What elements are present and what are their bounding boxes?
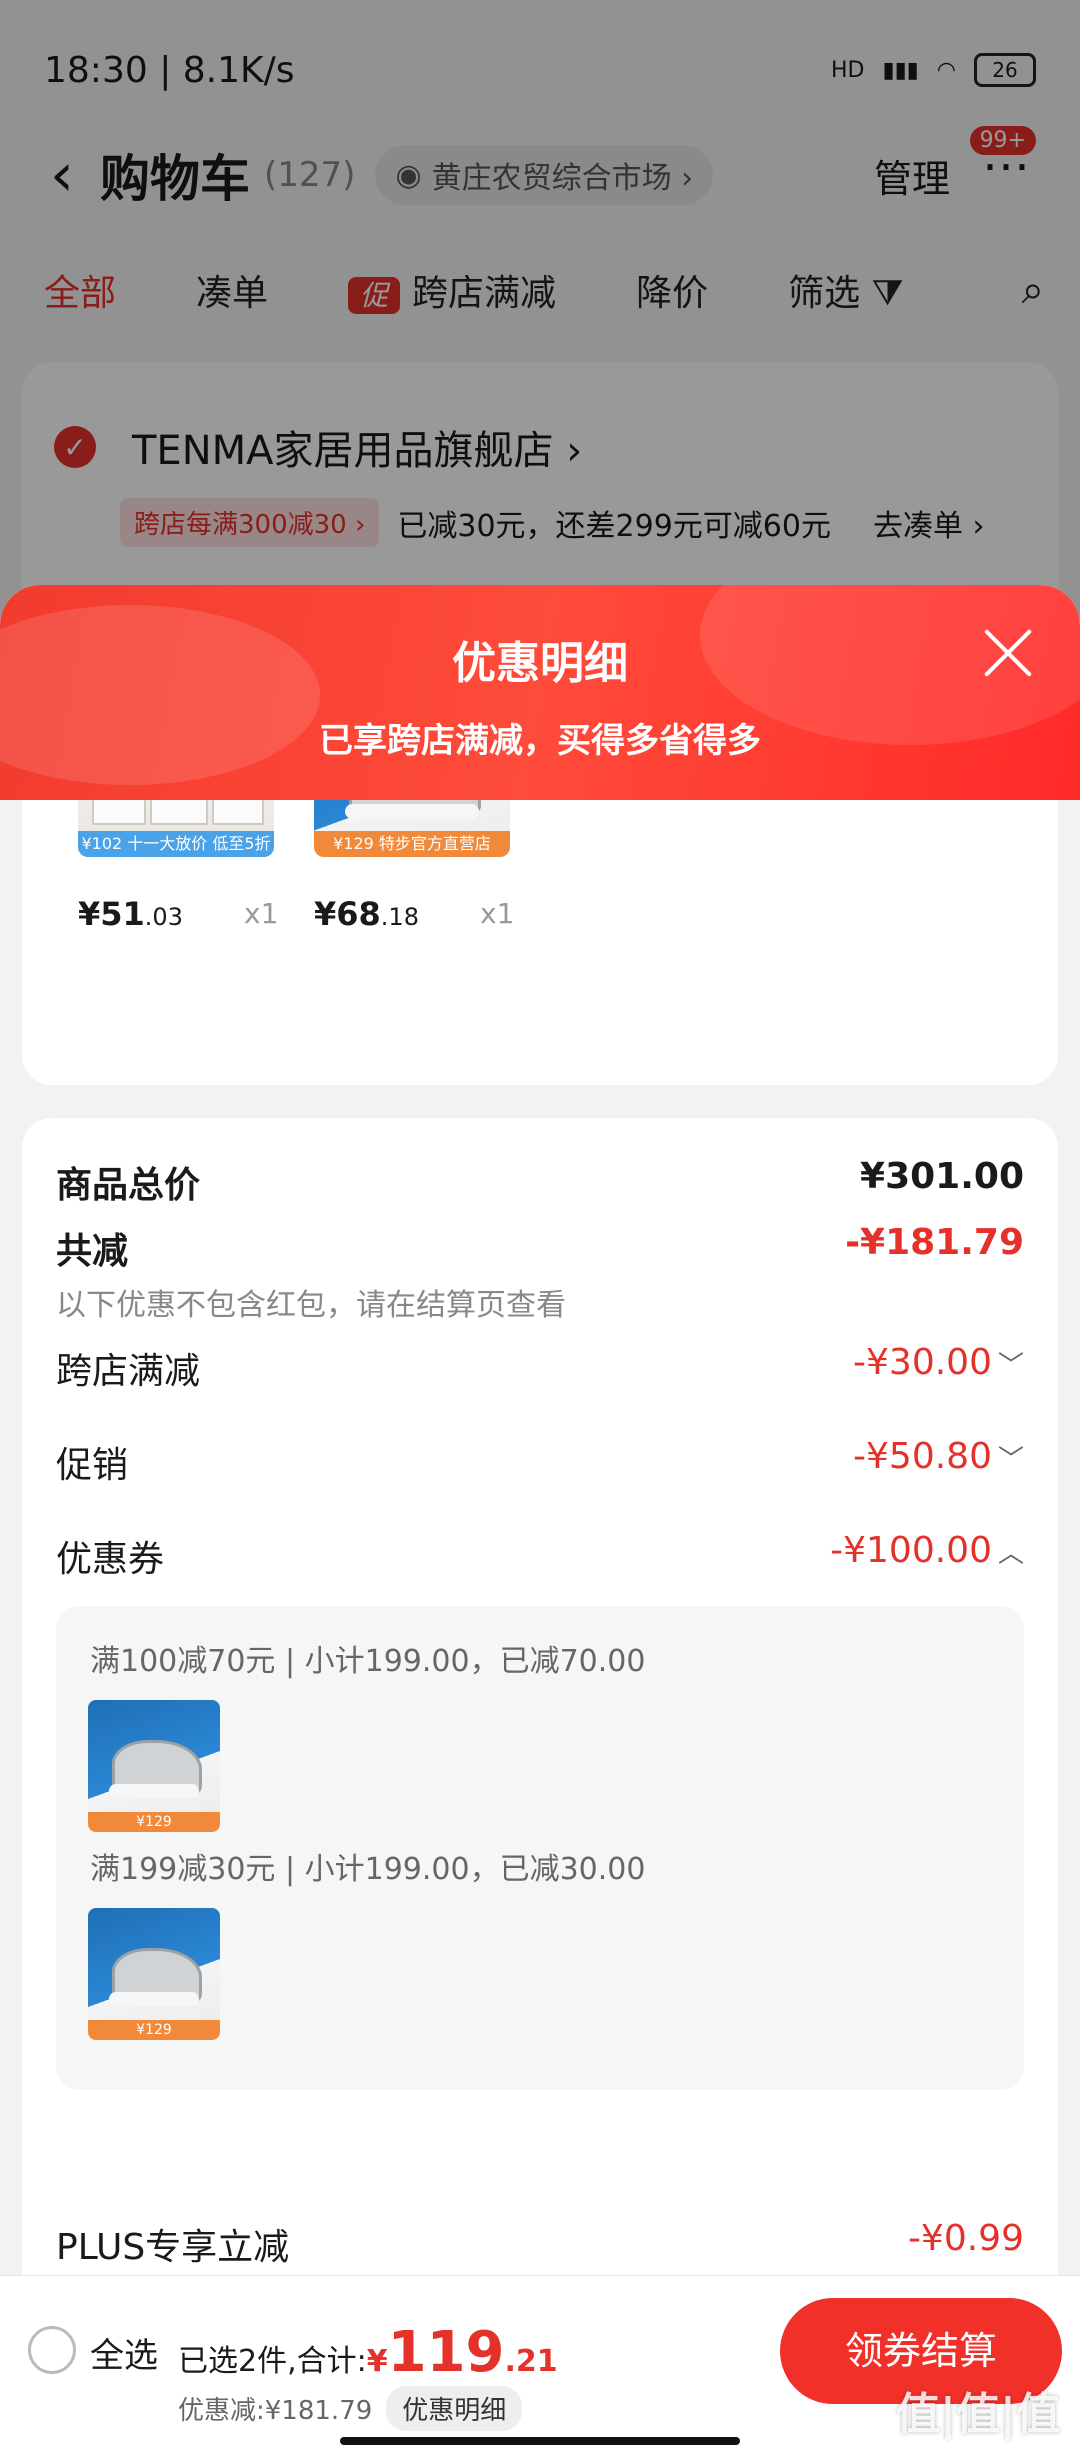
- home-indicator[interactable]: [340, 2437, 740, 2445]
- chevron-up-icon: ︿: [997, 1539, 1024, 1569]
- discount-note: 以下优惠不包含红包，请在结算页查看: [56, 1288, 566, 1323]
- coupon-label: 优惠券: [56, 1539, 165, 1580]
- selected-items-card: ¥102 十一大放价 低至5折 ¥129 特步官方直营店 ¥51.03 x1 ¥…: [22, 711, 1058, 1085]
- chevron-down-icon: ﹀: [997, 1351, 1024, 1381]
- promotion-value[interactable]: -¥50.80 ﹀: [853, 1436, 1024, 1477]
- coupon-detail-box: 满100减70元 | 小计199.00，已减70.00 ¥129 满199减30…: [56, 1606, 1024, 2090]
- currency-symbol: ¥: [366, 2344, 388, 2379]
- total-label: 商品总价: [56, 1165, 201, 1206]
- coupon-product-image[interactable]: ¥129: [88, 1908, 220, 2040]
- close-icon[interactable]: [980, 625, 1036, 681]
- discount-amount: 优惠减:¥181.79: [178, 2396, 373, 2426]
- chevron-down-icon: ﹀: [997, 1445, 1024, 1475]
- total-value: ¥301.00: [860, 1156, 1024, 1197]
- discount-detail-sheet: ¥102 十一大放价 低至5折 ¥129 特步官方直营店 ¥51.03 x1 ¥…: [0, 585, 1080, 2460]
- sheet-header: 优惠明细 已享跨店满减，买得多省得多: [0, 585, 1080, 800]
- select-all-radio[interactable]: [28, 2326, 76, 2374]
- coupon-line: 满199减30元 | 小计199.00，已减30.00: [90, 1852, 646, 1887]
- sheet-subtitle: 已享跨店满减，买得多省得多: [319, 721, 761, 761]
- summary-prefix: 已选2件,合计:: [178, 2344, 367, 2379]
- image-promo-strip: ¥129 特步官方直营店: [314, 831, 510, 857]
- cross-store-label: 跨店满减: [56, 1351, 201, 1392]
- discount-detail-button[interactable]: 优惠明细: [386, 2386, 523, 2431]
- select-all-label[interactable]: 全选: [90, 2328, 158, 2377]
- discount-label: 共减: [56, 1231, 129, 1272]
- total-decimal: .21: [504, 2344, 558, 2379]
- item-quantity: x1: [480, 897, 515, 930]
- coupon-line: 满100减70元 | 小计199.00，已减70.00: [90, 1644, 646, 1679]
- price-detail-card: 商品总价 ¥301.00 共减 -¥181.79 以下优惠不包含红包，请在结算页…: [22, 1118, 1058, 2460]
- discount-subline: 优惠减:¥181.79 优惠明细: [178, 2386, 523, 2431]
- item-quantity: x1: [244, 897, 279, 930]
- item-price: ¥68.18: [314, 895, 419, 933]
- sheet-title: 优惠明细: [452, 638, 628, 689]
- coupon-product-image[interactable]: ¥129: [88, 1700, 220, 1832]
- coupon-value[interactable]: -¥100.00 ︿: [830, 1530, 1024, 1571]
- plus-discount-value: -¥0.99: [907, 2218, 1024, 2259]
- item-price: ¥51.03: [78, 895, 183, 933]
- total-summary: 已选2件,合计: ¥ 119 .21: [178, 2320, 558, 2385]
- image-promo-strip: ¥102 十一大放价 低至5折: [78, 831, 274, 857]
- plus-discount-label: PLUS专享立减: [56, 2227, 290, 2268]
- cross-store-value[interactable]: -¥30.00 ﹀: [853, 1342, 1024, 1383]
- watermark-url: zhizhizhi.com: [938, 2433, 1060, 2454]
- total-integer: 119: [387, 2320, 505, 2385]
- promotion-label: 促销: [56, 1445, 129, 1486]
- discount-value: -¥181.79: [845, 1222, 1024, 1263]
